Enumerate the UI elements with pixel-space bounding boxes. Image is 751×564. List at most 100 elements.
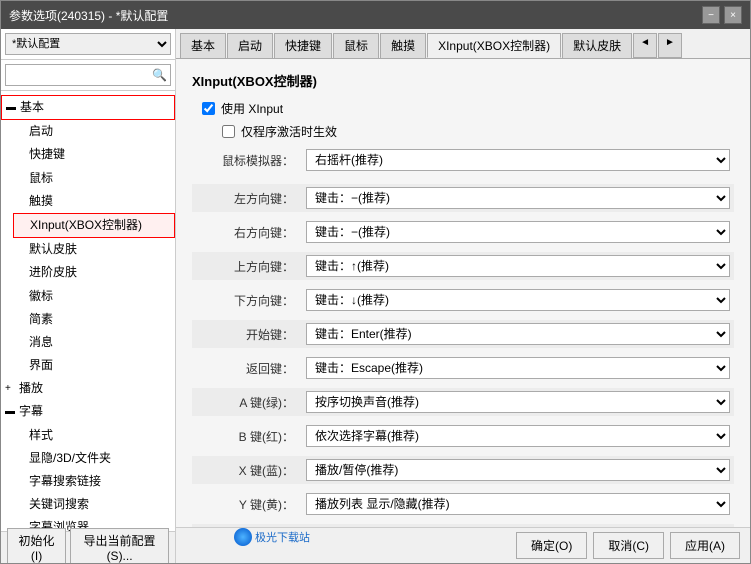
only-active-row: 仅程序激活时生效 <box>222 123 734 140</box>
search-input[interactable] <box>5 64 171 86</box>
tree-group-playback: + 播放 <box>1 377 175 400</box>
tree-group-label-basic: 基本 <box>20 98 44 117</box>
tree-group-header-basic[interactable]: ▬ 基本 <box>1 95 175 120</box>
tree-area: ▬ 基本 启动 快捷键 鼠标 触摸 XInput(XBOX控制器) 默认皮肤 进… <box>1 91 175 531</box>
tree-item-touch[interactable]: 触摸 <box>13 190 175 213</box>
label-x: X 键(蓝)： <box>196 462 306 479</box>
tree-item-keyword[interactable]: 关键词搜索 <box>13 493 175 516</box>
tab-mouse[interactable]: 鼠标 <box>333 33 379 58</box>
tab-default-skin[interactable]: 默认皮肤 <box>562 33 632 58</box>
panel-content: XInput(XBOX控制器) 使用 XInput 仅程序激活时生效 鼠标模拟器… <box>176 59 750 527</box>
search-icon: 🔍 <box>152 68 167 82</box>
tree-group-header-subtitle[interactable]: ▬ 字幕 <box>1 400 175 423</box>
expand-icon-basic: ▬ <box>6 100 18 116</box>
panel-title: XInput(XBOX控制器) <box>192 71 734 90</box>
form-row-b: B 键(红)： 依次选择字幕(推荐) <box>192 422 734 450</box>
window-title: 参数选项(240315) - *默认配置 <box>9 7 168 24</box>
tree-item-message[interactable]: 消息 <box>13 331 175 354</box>
tree-item-search-link[interactable]: 字幕搜索链接 <box>13 470 175 493</box>
tree-item-xinput[interactable]: XInput(XBOX控制器) <box>13 213 175 238</box>
use-xinput-row: 使用 XInput <box>202 100 734 117</box>
form-row-up: 上方向键： 键击：↑(推荐) <box>192 252 734 280</box>
config-select[interactable]: *默认配置 <box>5 33 171 55</box>
tab-shortcut[interactable]: 快捷键 <box>274 33 332 58</box>
main-window: 参数选项(240315) - *默认配置 − × *默认配置 🔍 ▬ <box>0 0 751 564</box>
init-button[interactable]: 初始化(I) <box>7 528 66 563</box>
tree-item-start[interactable]: 启动 <box>13 120 175 143</box>
label-a: A 键(绿)： <box>196 394 306 411</box>
use-xinput-checkbox[interactable] <box>202 102 215 115</box>
maximize-button[interactable]: × <box>724 6 742 24</box>
select-b[interactable]: 依次选择字幕(推荐) <box>306 425 730 447</box>
only-active-label: 仅程序激活时生效 <box>241 123 337 140</box>
expand-icon-subtitle: ▬ <box>5 404 17 420</box>
tree-group-basic: ▬ 基本 启动 快捷键 鼠标 触摸 XInput(XBOX控制器) 默认皮肤 进… <box>1 95 175 377</box>
only-active-checkbox[interactable] <box>222 125 235 138</box>
form-row-start: 开始键： 键击：Enter(推荐) <box>192 320 734 348</box>
label-y: Y 键(黄)： <box>196 496 306 513</box>
select-left[interactable]: 键击：−(推荐) <box>306 187 730 209</box>
tree-item-icon[interactable]: 徽标 <box>13 285 175 308</box>
tree-item-simple[interactable]: 简素 <box>13 308 175 331</box>
tab-xinput[interactable]: XInput(XBOX控制器) <box>427 33 561 58</box>
tree-group-label-subtitle: 字幕 <box>19 402 43 421</box>
label-right: 右方向键： <box>196 224 306 241</box>
form-row-right: 右方向键： 键击：−(推荐) <box>192 218 734 246</box>
ok-button[interactable]: 确定(O) <box>516 532 587 559</box>
watermark-text: 极光下载站 <box>255 529 310 545</box>
select-a[interactable]: 按序切换声音(推荐) <box>306 391 730 413</box>
left-panel: *默认配置 🔍 ▬ 基本 启动 快捷键 鼠标 <box>1 29 176 563</box>
use-xinput-label: 使用 XInput <box>221 100 283 117</box>
tab-scroll-right[interactable]: ► <box>658 33 682 58</box>
apply-button[interactable]: 应用(A) <box>670 532 740 559</box>
label-start: 开始键： <box>196 326 306 343</box>
tab-touch[interactable]: 触摸 <box>380 33 426 58</box>
minimize-button[interactable]: − <box>702 6 720 24</box>
right-panel: 基本 启动 快捷键 鼠标 触摸 XInput(XBOX控制器) 默认皮肤 ◄ ►… <box>176 29 750 563</box>
select-y[interactable]: 播放列表 显示/隐藏(推荐) <box>306 493 730 515</box>
mouse-emulator-select[interactable]: 右摇杆(推荐) <box>306 149 730 171</box>
label-back: 返回键： <box>196 360 306 377</box>
content-area: *默认配置 🔍 ▬ 基本 启动 快捷键 鼠标 <box>1 29 750 563</box>
window-controls: − × <box>702 6 742 24</box>
tree-item-interface[interactable]: 界面 <box>13 354 175 377</box>
tree-children-subtitle: 样式 显隐/3D/文件夹 字幕搜索链接 关键词搜索 字幕浏览器 语言/同步/其他 <box>1 424 175 531</box>
tree-item-hide3d[interactable]: 显隐/3D/文件夹 <box>13 447 175 470</box>
select-up[interactable]: 键击：↑(推荐) <box>306 255 730 277</box>
mouse-emulator-row: 鼠标模拟器： 右摇杆(推荐) <box>192 146 734 174</box>
select-start[interactable]: 键击：Enter(推荐) <box>306 323 730 345</box>
tree-item-advanced-skin[interactable]: 进阶皮肤 <box>13 261 175 284</box>
watermark: 极光下载站 <box>234 528 310 546</box>
select-x[interactable]: 播放/暂停(推荐) <box>306 459 730 481</box>
tab-start[interactable]: 启动 <box>227 33 273 58</box>
tree-item-default-skin[interactable]: 默认皮肤 <box>13 238 175 261</box>
left-bottom-bar: 初始化(I) 导出当前配置(S)... <box>1 531 175 563</box>
title-bar: 参数选项(240315) - *默认配置 − × <box>1 1 750 29</box>
form-row-back: 返回键： 键击：Escape(推荐) <box>192 354 734 382</box>
tree-item-style[interactable]: 样式 <box>13 424 175 447</box>
export-button[interactable]: 导出当前配置(S)... <box>70 528 169 563</box>
tree-item-shortcut[interactable]: 快捷键 <box>13 143 175 166</box>
mouse-emulator-label: 鼠标模拟器： <box>196 152 306 169</box>
form-row-y: Y 键(黄)： 播放列表 显示/隐藏(推荐) <box>192 490 734 518</box>
tabs-area: 基本 启动 快捷键 鼠标 触摸 XInput(XBOX控制器) 默认皮肤 ◄ ► <box>176 29 750 59</box>
select-down[interactable]: 键击：↓(推荐) <box>306 289 730 311</box>
cancel-button[interactable]: 取消(C) <box>593 532 664 559</box>
select-back[interactable]: 键击：Escape(推荐) <box>306 357 730 379</box>
bottom-actions: 极光下载站 确定(O) 取消(C) 应用(A) <box>176 527 750 563</box>
watermark-logo <box>234 528 252 546</box>
label-down: 下方向键： <box>196 292 306 309</box>
tree-item-mouse[interactable]: 鼠标 <box>13 167 175 190</box>
form-row-a: A 键(绿)： 按序切换声音(推荐) <box>192 388 734 416</box>
tab-basic[interactable]: 基本 <box>180 33 226 58</box>
form-row-down: 下方向键： 键击：↓(推荐) <box>192 286 734 314</box>
tab-scroll-left[interactable]: ◄ <box>633 33 657 58</box>
form-row-left: 左方向键： 键击：−(推荐) <box>192 184 734 212</box>
search-container: 🔍 <box>1 60 175 91</box>
tree-group-header-playback[interactable]: + 播放 <box>1 377 175 400</box>
expand-icon-playback: + <box>5 381 17 397</box>
config-header: *默认配置 <box>1 29 175 60</box>
label-up: 上方向键： <box>196 258 306 275</box>
label-left: 左方向键： <box>196 190 306 207</box>
select-right[interactable]: 键击：−(推荐) <box>306 221 730 243</box>
